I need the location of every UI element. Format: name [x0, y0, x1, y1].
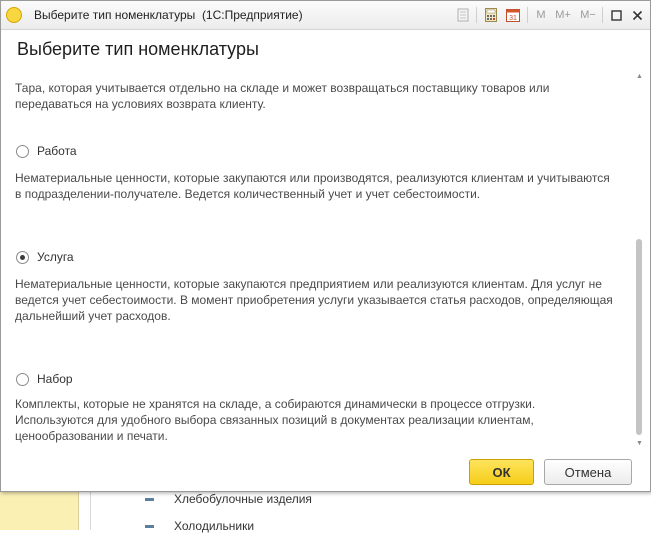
cancel-button[interactable]: Отмена — [544, 459, 632, 485]
radio-option-kit[interactable]: Набор — [16, 372, 73, 386]
toolbar-separator — [602, 7, 603, 23]
close-icon[interactable] — [629, 6, 645, 24]
radio-button-checked[interactable] — [16, 250, 29, 264]
vertical-scrollbar[interactable]: ▲ ▼ — [635, 73, 644, 448]
radio-option-work[interactable]: Работа — [16, 144, 77, 158]
restore-icon[interactable] — [608, 6, 624, 24]
scroll-down-icon[interactable]: ▼ — [635, 440, 644, 448]
toolbar-separator — [527, 7, 528, 23]
window-title-text: Выберите тип номенклатуры — [34, 8, 196, 22]
radio-button[interactable] — [16, 144, 29, 158]
window-title: Выберите тип номенклатуры (1С:Предприяти… — [34, 8, 303, 22]
calculator-icon[interactable] — [483, 6, 499, 24]
option-list[interactable]: Тара, которая учитывается отдельно на ск… — [1, 73, 633, 448]
memory-plus-button[interactable]: M+ — [553, 6, 573, 24]
memory-button[interactable]: M — [534, 6, 548, 24]
document-icon[interactable] — [455, 6, 471, 24]
background-list-item[interactable]: Хлебобулочные изделия — [145, 492, 312, 506]
window-app-name: (1С:Предприятие) — [201, 8, 303, 22]
option-description-service: Нематериальные ценности, которые закупаю… — [15, 277, 613, 323]
bullet-icon — [145, 524, 154, 528]
scroll-up-icon[interactable]: ▲ — [635, 73, 644, 81]
toolbar-separator — [476, 7, 477, 23]
ok-button[interactable]: ОК — [469, 459, 534, 485]
option-description-work: Нематериальные ценности, которые закупаю… — [15, 171, 610, 201]
select-nomenclature-type-dialog: Выберите тип номенклатуры (1С:Предприяти… — [0, 0, 651, 492]
window-titlebar[interactable]: Выберите тип номенклатуры (1С:Предприяти… — [1, 1, 650, 30]
memory-minus-button[interactable]: M− — [578, 6, 598, 24]
radio-button[interactable] — [16, 372, 29, 386]
radio-option-label: Набор — [37, 372, 73, 386]
radio-option-service[interactable]: Услуга — [16, 250, 74, 264]
scrollbar-thumb[interactable] — [636, 239, 642, 435]
bullet-icon — [145, 497, 154, 501]
option-description-packaging: Тара, которая учитывается отдельно на ск… — [15, 81, 550, 111]
calendar-icon[interactable]: 31 — [505, 6, 521, 24]
background-list-item-label: Хлебобулочные изделия — [174, 492, 312, 506]
dialog-header-title: Выберите тип номенклатуры — [17, 39, 259, 59]
background-list-item[interactable]: Холодильники — [145, 519, 254, 533]
option-description-kit: Комплекты, которые не хранятся на складе… — [15, 397, 536, 443]
radio-option-label: Услуга — [37, 250, 74, 264]
app-logo-icon — [6, 7, 22, 23]
radio-option-label: Работа — [37, 144, 77, 158]
calendar-day: 31 — [509, 15, 517, 22]
background-list-item-label: Холодильники — [174, 519, 255, 533]
